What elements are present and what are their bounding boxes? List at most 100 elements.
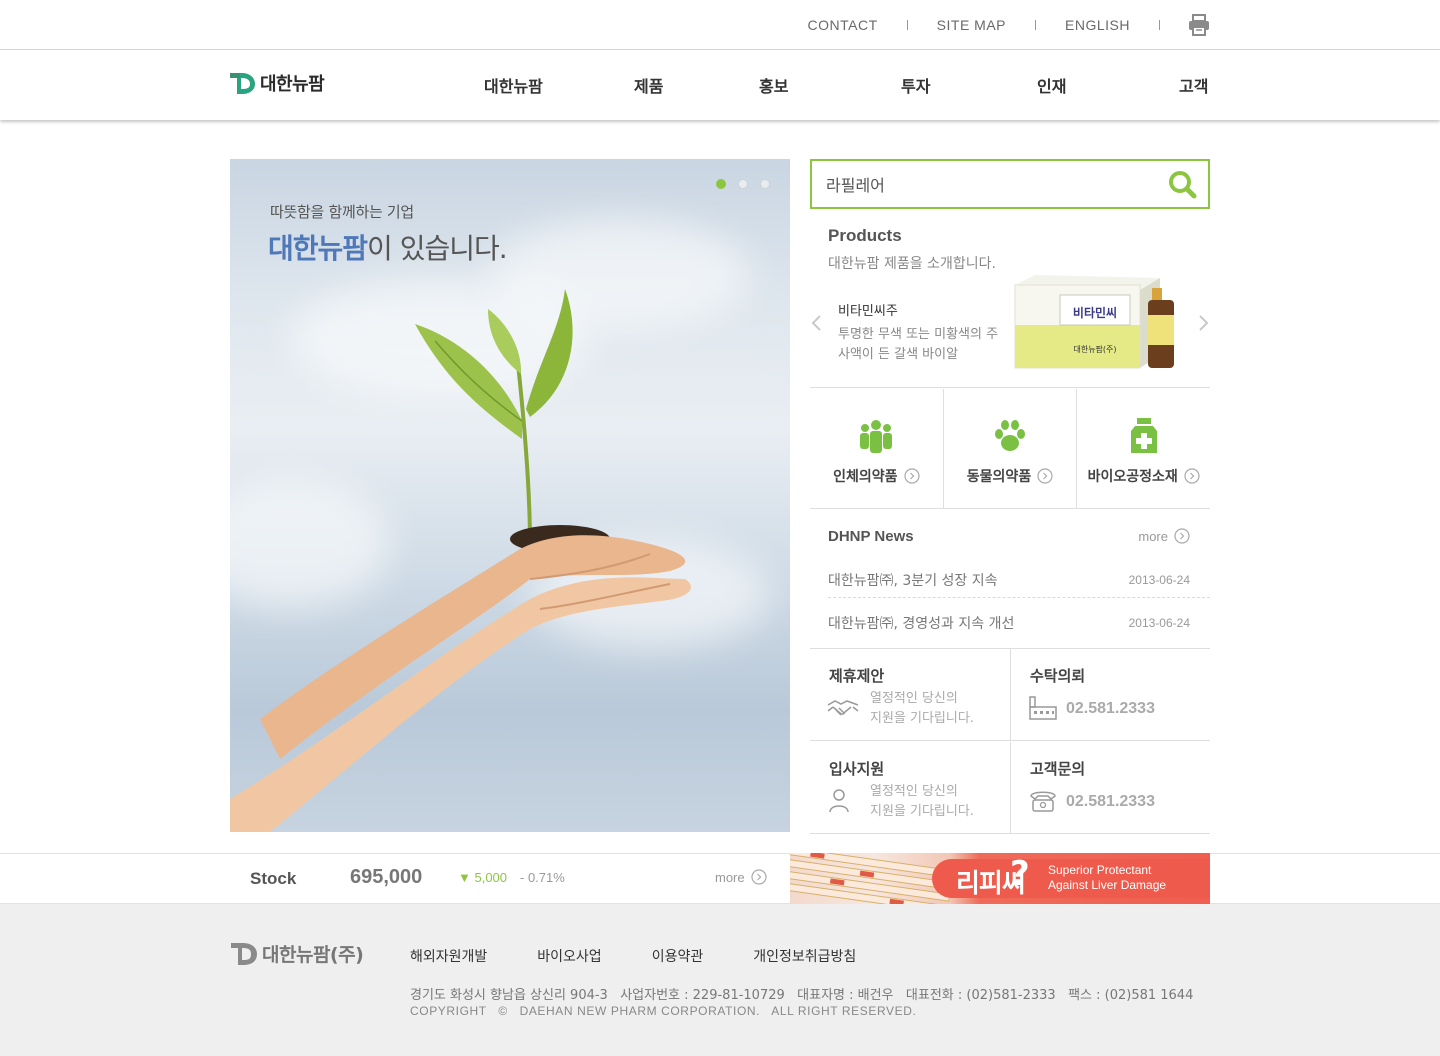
more-label: more bbox=[715, 869, 745, 885]
footer-link-privacy[interactable]: 개인정보취급방침 bbox=[753, 946, 856, 966]
utility-links: CONTACT SITE MAP ENGLISH bbox=[779, 0, 1210, 49]
hero-headline: 대한뉴팜이 있습니다. bbox=[268, 227, 508, 267]
paw-icon bbox=[995, 420, 1025, 451]
menu-item-customer[interactable]: 고객 bbox=[1179, 73, 1208, 97]
hero-tagline: 따뜻함을 함께하는 기업 bbox=[270, 203, 414, 221]
news-item[interactable]: 대한뉴팜㈜, 3분기 성장 지속 2013-06-24 bbox=[828, 562, 1210, 598]
menu-item-careers[interactable]: 인재 bbox=[1037, 73, 1066, 97]
logo-mark-icon bbox=[231, 942, 257, 965]
news-item[interactable]: 대한뉴팜㈜, 경영성과 지속 개선 2013-06-24 bbox=[828, 605, 1210, 641]
menu-item-company[interactable]: 대한뉴팜 bbox=[484, 73, 543, 97]
logo-mark-icon bbox=[230, 73, 255, 94]
news-more-link[interactable]: more bbox=[1138, 528, 1190, 544]
stock-label: Stock bbox=[250, 869, 297, 888]
slide-indicators bbox=[716, 179, 770, 189]
footer-link-overseas[interactable]: 해외자원개발 bbox=[410, 946, 487, 966]
consignment-request[interactable]: 수탁의뢰 02.581.2333 bbox=[1010, 649, 1210, 741]
quick-title: 입사지원 bbox=[829, 760, 885, 778]
menu-item-products[interactable]: 제품 bbox=[634, 73, 663, 97]
news-item-title: 대한뉴팜㈜, 경영성과 지속 개선 bbox=[828, 616, 1015, 632]
quick-title: 고객문의 bbox=[1030, 760, 1086, 778]
category-human-medicine[interactable]: 인체의약품 bbox=[810, 389, 944, 508]
footer-link-terms[interactable]: 이용약관 bbox=[652, 946, 704, 966]
partnership-proposal[interactable]: 제휴제안 열정적인 당신의지원을 기다립니다. bbox=[810, 649, 1010, 741]
footer-link-bio[interactable]: 바이오사업 bbox=[537, 946, 601, 966]
slide-dot-3[interactable] bbox=[760, 179, 770, 189]
stock-change: ▼ 5,000 bbox=[458, 870, 508, 885]
product-categories: 인체의약품 동물의약품 바이오공정소재 bbox=[810, 389, 1210, 509]
stock-price: 695,000 bbox=[350, 866, 423, 888]
customer-inquiry[interactable]: 고객문의 02.581.2333 bbox=[1010, 742, 1210, 834]
footer-links: 해외자원개발 바이오사업 이용약관 개인정보취급방침 bbox=[410, 946, 906, 966]
site-logo[interactable]: 대한뉴팜 bbox=[230, 70, 325, 96]
customer-phone[interactable]: 02.581.2333 bbox=[1066, 793, 1155, 811]
chevron-left-icon[interactable] bbox=[810, 313, 824, 333]
factory-icon bbox=[1029, 696, 1057, 720]
products-section: Products 대한뉴팜 제품을 소개합니다. 비타민씨주 투명한 무색 또는… bbox=[810, 220, 1210, 388]
footer-copyright: COPYRIGHT © DAEHAN NEW PHARM CORPORATION… bbox=[410, 1004, 917, 1018]
product-image[interactable]: 비타민씨 대한뉴팜(주) bbox=[1010, 270, 1180, 375]
menu-item-investors[interactable]: 투자 bbox=[901, 73, 930, 97]
news-item-date: 2013-06-24 bbox=[1128, 573, 1190, 587]
products-subtitle: 대한뉴팜 제품을 소개합니다. bbox=[828, 256, 996, 272]
box-brand: 대한뉴팜(주) bbox=[1073, 344, 1116, 354]
news-section: DHNP News more 대한뉴팜㈜, 3분기 성장 지속 2013-06-… bbox=[810, 510, 1210, 649]
footer-logo[interactable]: 대한뉴팜(주) bbox=[230, 940, 364, 967]
banner-question-mark: ? bbox=[1010, 854, 1030, 894]
quick-title: 제휴제안 bbox=[829, 667, 885, 685]
circle-arrow-icon bbox=[1174, 528, 1190, 544]
telephone-icon bbox=[1030, 791, 1056, 812]
person-icon bbox=[829, 789, 849, 813]
search-input[interactable] bbox=[826, 172, 1146, 196]
product-name[interactable]: 비타민씨주 bbox=[838, 300, 898, 319]
news-item-date: 2013-06-24 bbox=[1128, 616, 1190, 630]
quick-desc-line: 열정적인 당신의 bbox=[870, 691, 958, 706]
banner-tagline: Against Liver Damage bbox=[1048, 878, 1167, 892]
product-description: 투명한 무색 또는 미황색의 주사액이 든 갈색 바이알 bbox=[838, 327, 999, 362]
footer-address: 경기도 화성시 향남읍 상신리 904-3 사업자번호 : 229-81-107… bbox=[410, 988, 1194, 1003]
english-link[interactable]: ENGLISH bbox=[1036, 17, 1159, 33]
sitemap-link[interactable]: SITE MAP bbox=[908, 17, 1035, 33]
menu-item-pr[interactable]: 홍보 bbox=[759, 73, 788, 97]
printer-icon[interactable] bbox=[1188, 13, 1210, 36]
news-title: DHNP News bbox=[828, 528, 914, 545]
handshake-icon bbox=[827, 700, 859, 716]
quick-title: 수탁의뢰 bbox=[1030, 667, 1086, 685]
quick-links: 제휴제안 열정적인 당신의 지원을 기다립니다. 수탁의뢰 02.581.2333… bbox=[810, 649, 1210, 834]
banner-tagline: Superior Protectant bbox=[1048, 863, 1152, 877]
circle-arrow-icon bbox=[1184, 468, 1200, 484]
product-search bbox=[810, 159, 1210, 209]
circle-arrow-icon bbox=[751, 869, 767, 885]
more-label: more bbox=[1138, 528, 1168, 544]
lipic-promo-banner[interactable]: 리피씨 ? Superior Protectant Against Liver D… bbox=[790, 853, 1210, 904]
category-animal-medicine[interactable]: 동물의약품 bbox=[944, 389, 1078, 508]
box-label: 비타민씨 bbox=[1073, 305, 1117, 320]
stock-ticker-bar: Stock 695,000 ▼ 5,000 - 0.71% more 리피씨 ?… bbox=[0, 853, 1440, 904]
category-bioprocess-materials[interactable]: 바이오공정소재 bbox=[1077, 389, 1210, 508]
consign-phone[interactable]: 02.581.2333 bbox=[1066, 700, 1155, 718]
slide-dot-1[interactable] bbox=[716, 179, 726, 189]
category-label: 동물의약품 bbox=[966, 469, 1032, 485]
people-icon bbox=[860, 420, 893, 453]
hero-visual: 따뜻함을 함께하는 기업 대한뉴팜이 있습니다. bbox=[230, 159, 790, 832]
circle-arrow-icon bbox=[903, 468, 920, 484]
quick-desc-line: 열정적인 당신의 bbox=[870, 784, 958, 799]
contact-link[interactable]: CONTACT bbox=[779, 17, 907, 33]
stock-more-link[interactable]: more bbox=[715, 869, 767, 885]
quick-desc-line: 지원을 기다립니다. bbox=[870, 711, 974, 726]
site-footer: 대한뉴팜(주) 해외자원개발 바이오사업 이용약관 개인정보취급방침 경기도 화… bbox=[0, 904, 1440, 1056]
chevron-right-icon[interactable] bbox=[1196, 313, 1210, 333]
stock-percent: - 0.71% bbox=[520, 870, 565, 885]
divider bbox=[1159, 19, 1160, 30]
category-label: 바이오공정소재 bbox=[1087, 469, 1178, 485]
job-application[interactable]: 입사지원 열정적인 당신의 지원을 기다립니다. bbox=[810, 742, 1010, 834]
circle-arrow-icon bbox=[1037, 468, 1053, 484]
bottle-plus-icon bbox=[1130, 418, 1157, 453]
slide-dot-2[interactable] bbox=[738, 179, 748, 189]
search-icon[interactable] bbox=[1164, 167, 1200, 201]
hero-headline-rest: 이 있습니다. bbox=[367, 232, 508, 265]
main-navigation: 대한뉴팜 대한뉴팜 제품 홍보 투자 인재 고객 bbox=[0, 50, 1440, 120]
top-utility-bar: CONTACT SITE MAP ENGLISH bbox=[0, 0, 1440, 50]
footer-logo-text: 대한뉴팜(주) bbox=[262, 944, 364, 966]
category-label: 인체의약품 bbox=[833, 469, 898, 485]
